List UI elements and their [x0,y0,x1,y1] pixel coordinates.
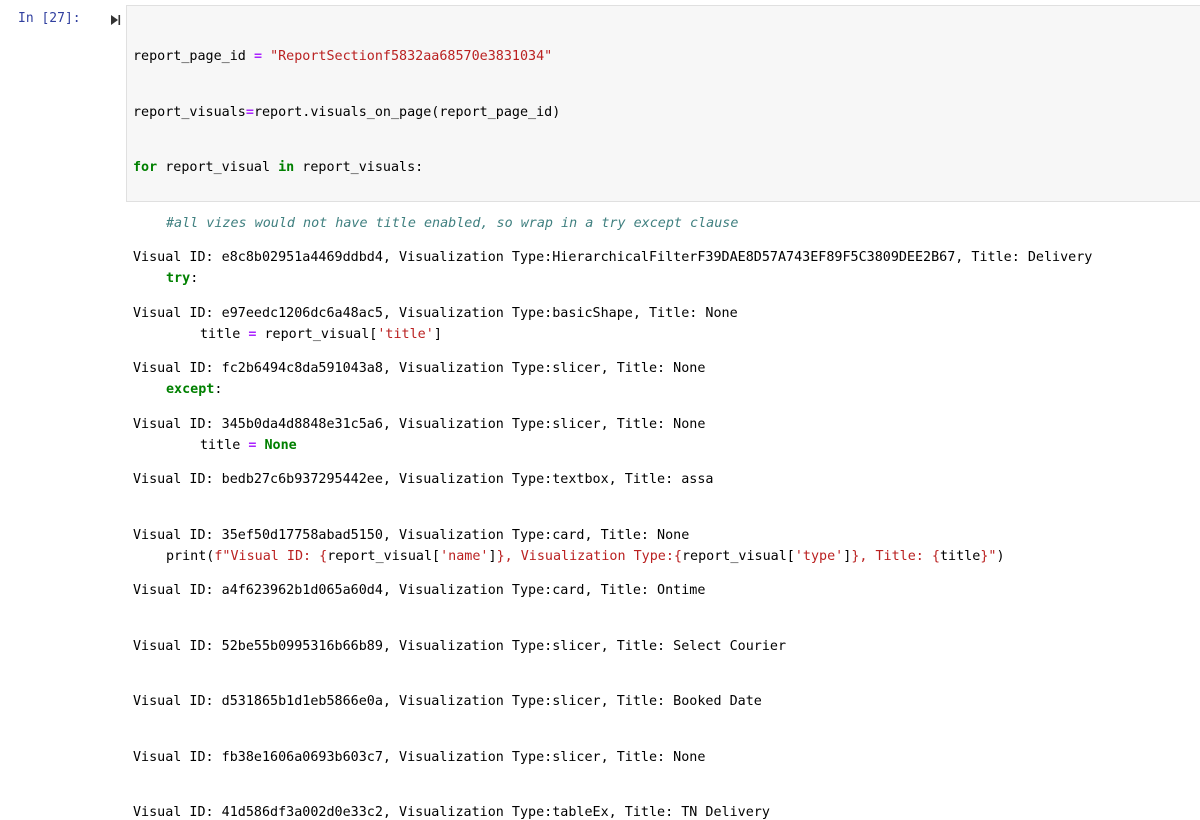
output-line: Visual ID: bedb27c6b937295442ee, Visuali… [133,472,714,487]
cell-prompt: In [27]: [18,11,81,26]
code-line-3: for report_visual in report_visuals: [133,160,424,175]
output-line: Visual ID: e97eedc1206dc6a48ac5, Visuali… [133,305,738,321]
output-line: Visual ID: e8c8b02951a4469ddbd4, Visuali… [133,250,1093,265]
output-line: Visual ID: a4f623962b1d065a60d4, Visuali… [133,583,706,598]
cell-output: Visual ID: e8c8b02951a4469ddbd4, Visuali… [133,212,1092,820]
output-line: Visual ID: fb38e1606a0693b603c7, Visuali… [133,749,706,765]
output-line: Visual ID: 41d586df3a002d0e33c2, Visuali… [133,805,770,820]
output-line: Visual ID: fc2b6494c8da591043a8, Visuali… [133,361,706,376]
output-line: Visual ID: d531865b1d1eb5866e0a, Visuali… [133,694,762,709]
output-line: Visual ID: 345b0da4d8848e31c5a6, Visuali… [133,416,706,432]
run-cell-icon[interactable] [109,14,121,26]
code-line-2: report_visuals=report.visuals_on_page(re… [133,104,561,120]
output-line: Visual ID: 52be55b0995316b66b89, Visuali… [133,638,787,654]
code-line-1: report_page_id = "ReportSectionf5832aa68… [133,49,553,64]
output-line: Visual ID: 35ef50d17758abad5150, Visuali… [133,527,690,543]
